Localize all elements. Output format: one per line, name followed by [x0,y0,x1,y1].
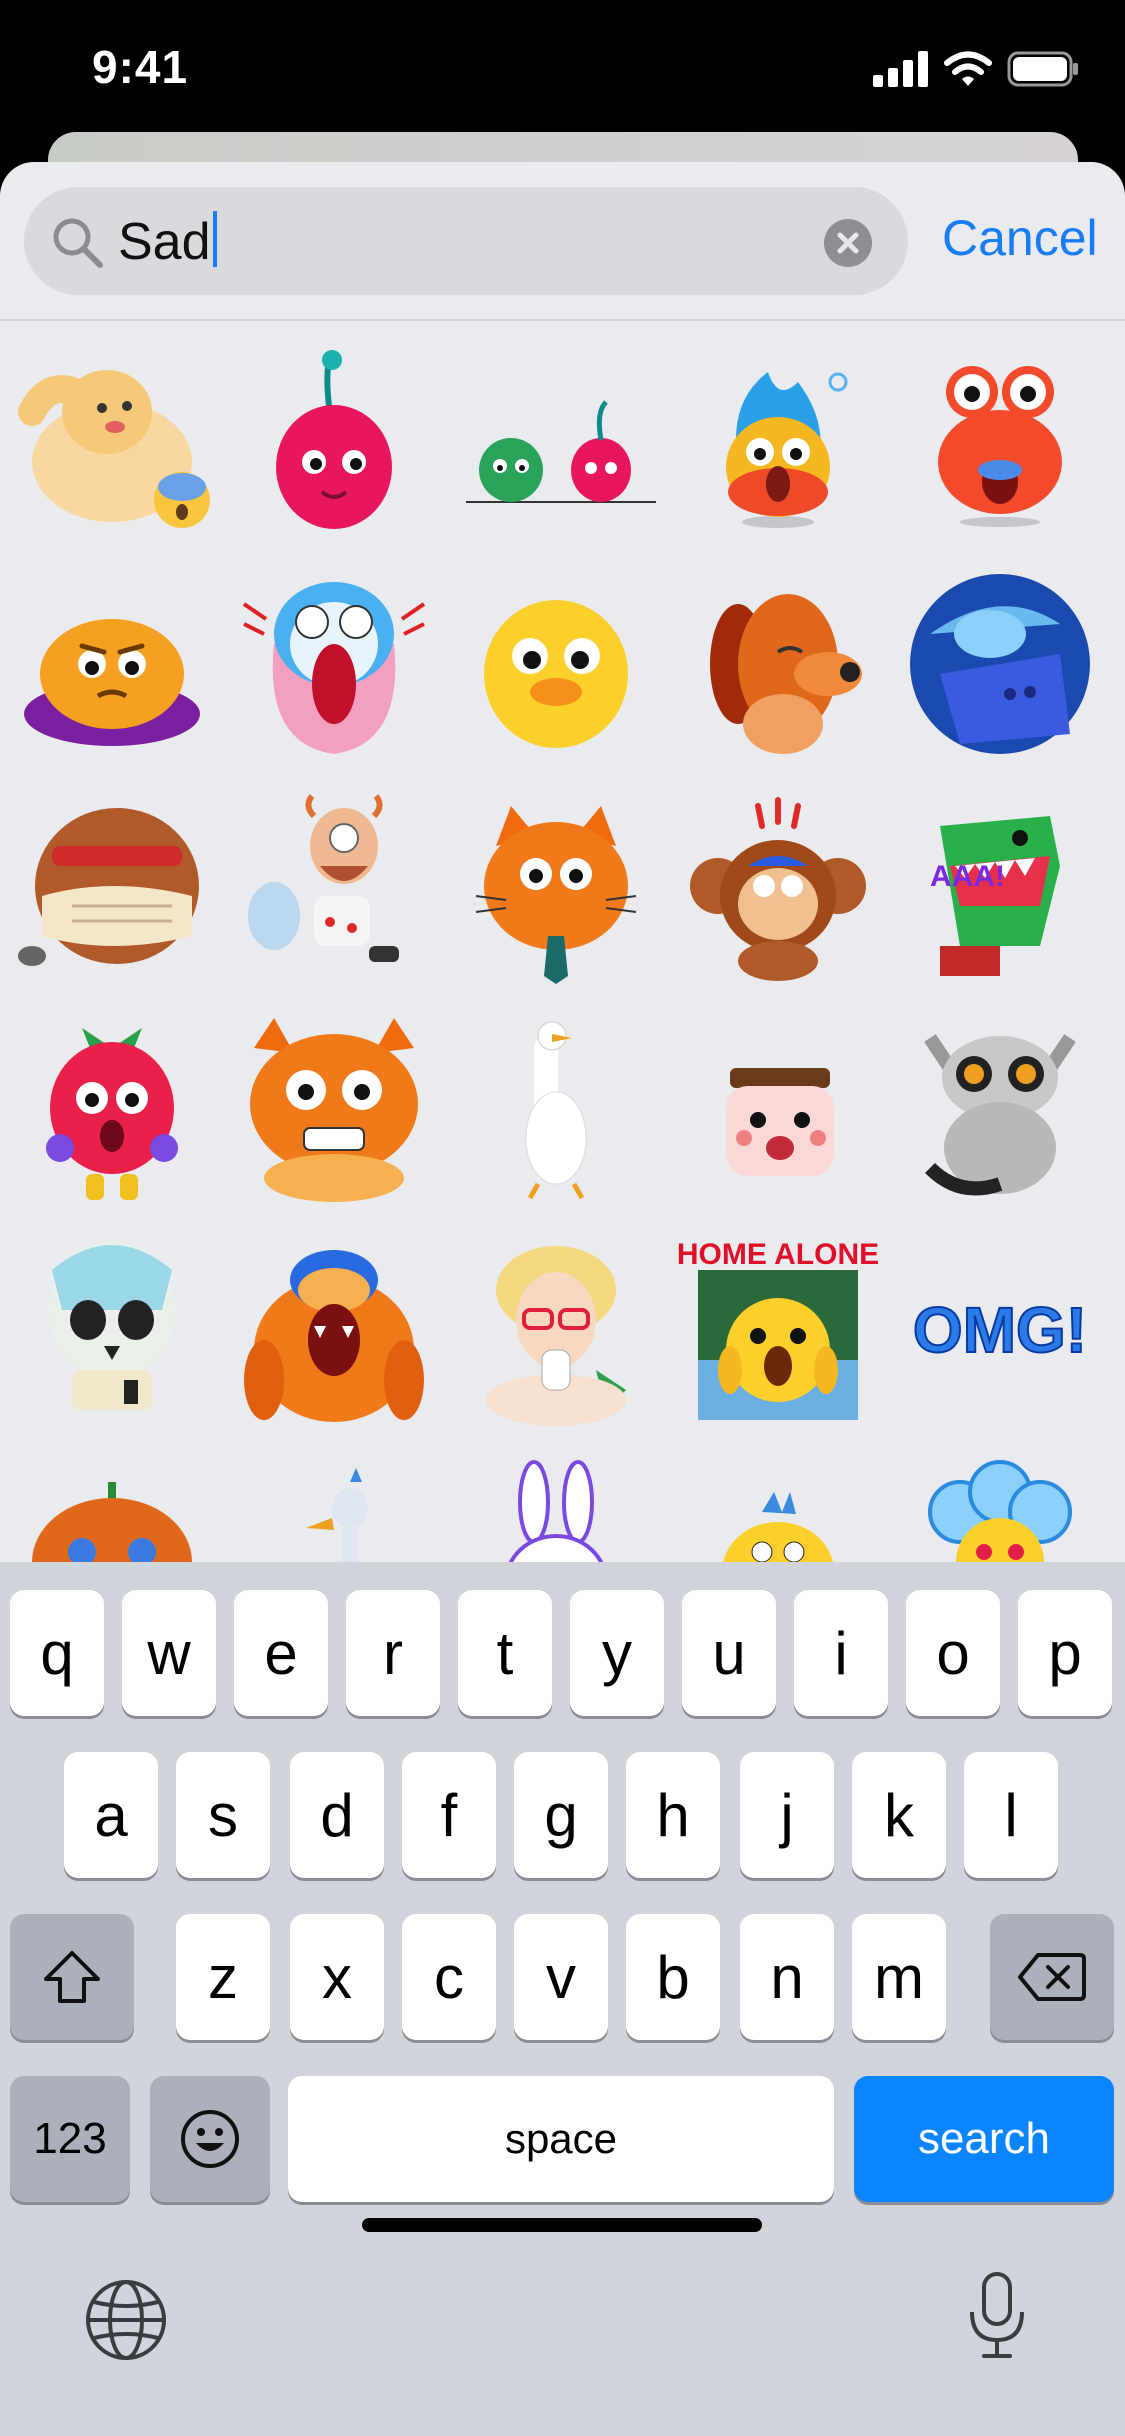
sticker-green-dino[interactable]: AAA! [900,786,1100,986]
shift-key[interactable] [10,1914,134,2040]
key-c[interactable]: c [402,1914,496,2040]
home-indicator [362,2218,762,2232]
key-l[interactable]: l [964,1752,1058,1878]
microphone-icon[interactable] [962,2270,1032,2362]
status-time: 9:41 [92,41,189,93]
sticker-lady-glasses[interactable] [456,1230,656,1430]
sticker-skull[interactable] [12,1230,212,1430]
sticker-fire-screaming[interactable] [678,342,878,542]
emoji-icon [181,2110,239,2168]
sticker-hidden-hamster[interactable] [12,786,212,986]
key-n[interactable]: n [740,1914,834,2040]
sticker-orange-cat-scared[interactable] [234,1008,434,1208]
key-h[interactable]: h [626,1752,720,1878]
keyboard: q w e r t y u i o p a s d f g h j k l z … [0,1562,1125,2436]
sticker-home-alone[interactable]: HOME ALONE [678,1230,878,1430]
cancel-button[interactable]: Cancel [942,208,1098,268]
key-v[interactable]: v [514,1914,608,2040]
wifi-icon [944,51,992,86]
sticker-omg-label: OMG! [913,1294,1087,1366]
numbers-key[interactable]: 123 [10,2076,130,2202]
space-key[interactable]: space [288,2076,834,2202]
key-i[interactable]: i [794,1590,888,1716]
sticker-home-alone-text: HOME ALONE [678,1238,878,1271]
key-y[interactable]: y [570,1590,664,1716]
status-icons [873,50,1079,88]
key-r[interactable]: r [346,1590,440,1716]
key-q[interactable]: q [10,1590,104,1716]
key-e[interactable]: e [234,1590,328,1716]
sticker-white-goose[interactable] [456,1008,656,1208]
divider [0,319,1125,321]
sticker-orange-cat-tie[interactable] [456,786,656,986]
key-b[interactable]: b [626,1914,720,2040]
close-icon [837,232,859,254]
key-z[interactable]: z [176,1914,270,2040]
key-j[interactable]: j [740,1752,834,1878]
search-icon [53,218,103,268]
cellular-signal-icon [873,51,928,87]
key-k[interactable]: k [852,1752,946,1878]
key-f[interactable]: f [402,1752,496,1878]
sticker-screaming-face[interactable] [234,564,434,764]
sticker-virus-and-cherry[interactable] [456,342,656,542]
search-bar: Sad Cancel [0,162,1125,320]
sticker-jar-face[interactable] [678,1008,878,1208]
globe-icon[interactable] [84,2278,168,2362]
emoji-key[interactable] [150,2076,270,2202]
key-m[interactable]: m [852,1914,946,2040]
search-input[interactable]: Sad [24,187,908,295]
key-o[interactable]: o [906,1590,1000,1716]
status-bar: 9:41 [0,0,1125,135]
sticker-aaa-text: AAA! [930,860,1005,893]
sticker-yellow-duck[interactable] [456,564,656,764]
sticker-bear-screaming[interactable] [234,1230,434,1430]
key-w[interactable]: w [122,1590,216,1716]
sticker-old-man-wings[interactable] [234,786,434,986]
sticker-monkey-shocked[interactable] [678,786,878,986]
text-caret [212,211,217,267]
sticker-crab-shocked[interactable] [900,342,1100,542]
search-key[interactable]: search [854,2076,1114,2202]
sticker-blue-cat-sleeping[interactable] [900,564,1100,764]
sticker-sad-dog[interactable] [678,564,878,764]
key-d[interactable]: d [290,1752,384,1878]
clear-button[interactable] [824,219,872,267]
key-g[interactable]: g [514,1752,608,1878]
key-x[interactable]: x [290,1914,384,2040]
sticker-muscle-dog[interactable] [12,342,212,542]
key-a[interactable]: a [64,1752,158,1878]
battery-icon [1007,51,1078,87]
sticker-lemur-crying[interactable] [900,1008,1100,1208]
sticker-cushion-worried[interactable] [12,564,212,764]
sticker-omg-text[interactable]: OMG! [900,1230,1100,1430]
key-u[interactable]: u [682,1590,776,1716]
key-s[interactable]: s [176,1752,270,1878]
key-t[interactable]: t [458,1590,552,1716]
delete-key[interactable] [990,1914,1114,2040]
sticker-strawberry-scared[interactable] [12,1008,212,1208]
backspace-icon [1018,1953,1086,2001]
search-query: Sad [118,211,217,272]
sticker-pink-cherry[interactable] [234,342,434,542]
shift-icon [44,1951,100,2003]
key-p[interactable]: p [1018,1590,1112,1716]
